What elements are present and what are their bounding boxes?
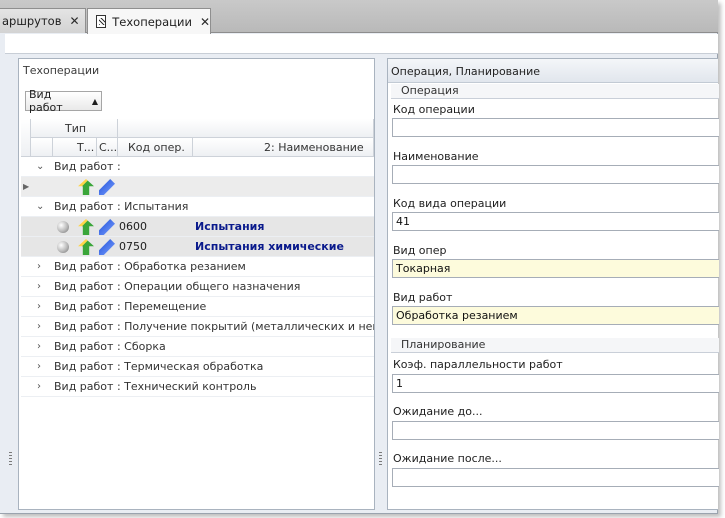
name-input[interactable] <box>392 165 719 184</box>
up-arrow-icon <box>78 239 94 255</box>
panel-title: Техоперации <box>23 64 100 77</box>
chevron-down-icon[interactable]: ⌄ <box>36 201 44 212</box>
column-header-s-label: С... <box>99 140 118 154</box>
splitter-grip-icon[interactable] <box>379 452 382 466</box>
group-row[interactable]: › Вид работ : Перемещение <box>21 297 374 317</box>
operation-code-cell: 0600 <box>119 220 147 233</box>
panel-title: Операция, Планирование <box>388 59 718 83</box>
operations-grid: Тип Т... С... Код опер. 2: Наименование … <box>21 119 374 509</box>
group-row[interactable]: ⌄ Вид работ : Испытания <box>21 197 374 217</box>
group-row[interactable]: › Вид работ : Сборка <box>21 337 374 357</box>
group-button-label: Вид работ <box>29 88 63 114</box>
current-row-indicator-icon: ▶ <box>23 182 30 191</box>
group-row-label: Вид работ : Термическая обработка <box>54 360 264 373</box>
chevron-right-icon[interactable]: › <box>37 341 41 352</box>
field-label-op-kind-code: Код вида операции <box>393 197 507 210</box>
group-row[interactable]: › Вид работ : Технический контроль <box>21 377 374 397</box>
group-row[interactable]: › Вид работ : Получение покрытий (металл… <box>21 317 374 337</box>
table-row[interactable]: 0600 Испытания <box>21 217 374 237</box>
status-ball-icon <box>57 221 69 233</box>
document-icon <box>96 15 107 28</box>
pencil-icon <box>99 239 115 255</box>
pencil-icon <box>99 219 115 235</box>
table-row[interactable]: ▶ <box>21 177 374 197</box>
field-label-parallel-coef: Коэф. параллельности работ <box>393 358 563 371</box>
chevron-right-icon[interactable]: › <box>37 261 41 272</box>
group-by-work-kind-button[interactable]: Вид работ ▲ <box>25 88 102 114</box>
group-row-label: Вид работ : Обработка резанием <box>54 260 246 273</box>
chevron-down-icon[interactable]: ⌄ <box>36 161 44 172</box>
parallel-coef-input[interactable] <box>392 374 719 393</box>
section-header-planning[interactable]: Планирование <box>391 338 719 353</box>
column-band-type[interactable]: Тип <box>31 119 118 138</box>
techoperations-panel: Техоперации Вид работ ▲ Тип Т... С... Ко… <box>18 58 375 510</box>
group-row[interactable]: › Вид работ : Обработка резанием <box>21 257 374 277</box>
tab-techoperations[interactable]: Техоперации ✕ <box>87 8 211 34</box>
group-row-label: Вид работ : Испытания <box>54 200 189 213</box>
op-code-input[interactable] <box>392 118 719 137</box>
column-band-type-label: Тип <box>65 121 87 135</box>
wait-after-input[interactable] <box>392 468 719 487</box>
tab-routes-label: аршрутов <box>2 14 62 28</box>
close-icon[interactable]: ✕ <box>70 14 80 28</box>
column-header-s[interactable]: С... <box>97 138 118 157</box>
table-row[interactable]: 0750 Испытания химические <box>21 237 374 257</box>
column-header-blank <box>31 138 53 157</box>
section-header-operation[interactable]: Операция <box>391 84 719 99</box>
document-tab-strip: аршрутов ✕ Техоперации ✕ <box>0 0 718 34</box>
group-row-label: Вид работ : Операции общего назначения <box>54 280 301 293</box>
column-header-t-label: Т... <box>77 140 95 154</box>
tab-techoperations-label: Техоперации <box>112 14 192 29</box>
wait-before-input[interactable] <box>392 421 719 440</box>
operation-name-cell: Испытания химические <box>195 240 344 253</box>
up-arrow-icon <box>78 219 94 235</box>
group-row[interactable]: ⌄ Вид работ : <box>21 157 374 177</box>
group-row-label: Вид работ : Перемещение <box>54 300 207 313</box>
op-kind-code-input[interactable] <box>392 212 719 231</box>
toolbar <box>5 34 718 54</box>
group-row-label: Вид работ : Технический контроль <box>54 380 257 393</box>
field-label-wait-before: Ожидание до... <box>393 405 483 418</box>
column-header-t[interactable]: Т... <box>53 138 97 157</box>
chevron-right-icon[interactable]: › <box>37 281 41 292</box>
chevron-right-icon[interactable]: › <box>37 301 41 312</box>
group-row[interactable]: › Вид работ : Термическая обработка <box>21 357 374 377</box>
operation-name-cell: Испытания <box>195 220 265 233</box>
group-row-label: Вид работ : Получение покрытий (металлич… <box>54 320 374 333</box>
field-label-op-code: Код операции <box>393 103 475 116</box>
application-window: аршрутов ✕ Техоперации ✕ Техоперации Вид… <box>0 0 719 514</box>
close-icon[interactable]: ✕ <box>200 15 210 29</box>
group-by-area: Вид работ ▲ <box>19 81 374 119</box>
column-band-main <box>118 119 374 138</box>
up-arrow-icon <box>78 179 94 195</box>
field-label-work-kind: Вид работ <box>393 291 453 304</box>
splitter-grip-icon[interactable] <box>9 452 12 466</box>
op-type-input[interactable] <box>392 259 719 278</box>
tab-routes[interactable]: аршрутов ✕ <box>0 8 86 33</box>
chevron-right-icon[interactable]: › <box>37 321 41 332</box>
row-indicator-header <box>21 119 31 157</box>
sort-ascending-icon: ▲ <box>91 96 98 106</box>
pencil-icon <box>99 179 115 195</box>
column-header-code[interactable]: Код опер. <box>118 138 193 157</box>
field-label-name: Наименование <box>393 150 479 163</box>
status-ball-icon <box>57 241 69 253</box>
field-label-op-type: Вид опер <box>393 244 447 257</box>
column-header-name-label: 2: Наименование <box>264 140 364 154</box>
operation-code-cell: 0750 <box>119 240 147 253</box>
column-header-code-label: Код опер. <box>128 140 185 154</box>
chevron-right-icon[interactable]: › <box>37 361 41 372</box>
group-row[interactable]: › Вид работ : Операции общего назначения <box>21 277 374 297</box>
field-label-wait-after: Ожидание после... <box>393 452 502 465</box>
operation-planning-panel: Операция, Планирование Операция Код опер… <box>387 58 719 510</box>
column-header-name[interactable]: 2: Наименование <box>193 138 374 157</box>
work-kind-input[interactable] <box>392 306 719 325</box>
chevron-right-icon[interactable]: › <box>37 381 41 392</box>
group-row-label: Вид работ : <box>54 160 121 173</box>
group-row-label: Вид работ : Сборка <box>54 340 166 353</box>
